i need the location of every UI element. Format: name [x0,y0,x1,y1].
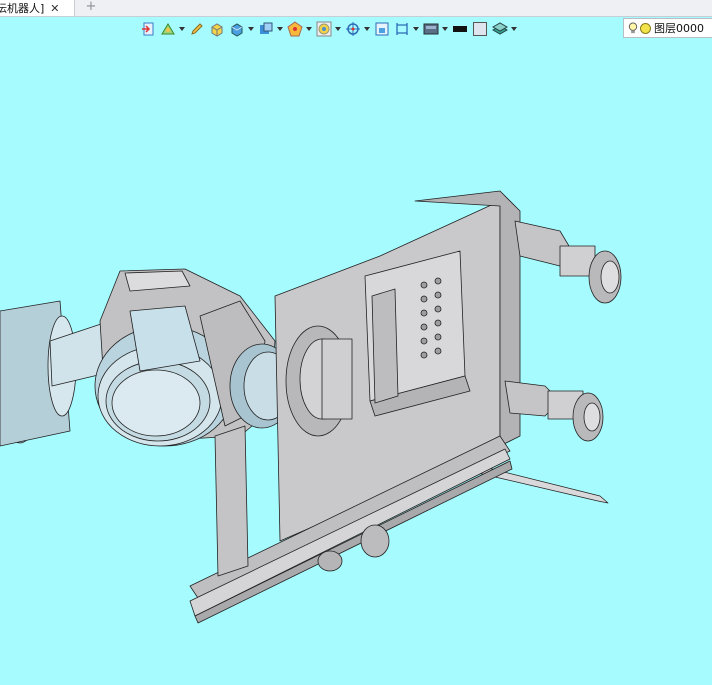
chevron-down-icon[interactable] [179,27,185,31]
face-select-icon [260,22,273,34]
chevron-down-icon[interactable] [277,27,283,31]
tab-title: 伝机器人] [0,2,45,15]
section-view-button[interactable] [374,19,390,39]
shading-button[interactable] [229,19,254,39]
edit-button[interactable] [189,19,205,39]
layers-button[interactable] [492,19,517,39]
chevron-down-icon[interactable] [413,27,419,31]
color-black-button[interactable] [452,19,468,39]
exit-sketch-icon [142,22,154,36]
add-tab-icon[interactable]: + [84,0,98,16]
move-origin-icon [346,22,360,36]
display-mode-icon [423,23,439,35]
color-swatch-icon [473,22,487,36]
document-tab-bar: 伝机器人] ✕ + [0,0,712,17]
face-select-button[interactable] [258,19,283,39]
layers-stack-icon [492,22,508,35]
document-tab[interactable]: 伝机器人] ✕ [0,0,75,16]
lightbulb-icon[interactable] [628,21,638,35]
extrude-button[interactable] [209,19,225,39]
chevron-down-icon[interactable] [306,27,312,31]
chevron-down-icon[interactable] [248,27,254,31]
color-black-icon [453,26,467,32]
appearance-button[interactable] [287,19,312,39]
robot-rotary-joint [94,268,295,447]
color-swatch-button[interactable] [472,19,488,39]
layer-name: 图层0000 [654,22,704,35]
exit-sketch-button[interactable] [140,19,156,39]
chevron-down-icon[interactable] [335,27,341,31]
upper-suction-gripper [514,220,622,304]
tab-close-icon[interactable]: ✕ [50,2,59,15]
section-icon [375,22,389,36]
move-origin-button[interactable] [345,19,370,39]
layer-selector[interactable]: 图层0000 [623,18,712,38]
chevron-down-icon[interactable] [442,27,448,31]
view-orient-icon [316,21,332,37]
sketch-tools-icon [161,23,175,35]
valve-manifold [364,250,471,417]
chevron-down-icon[interactable] [511,27,517,31]
3d-viewport[interactable] [0,41,712,685]
layer-color-icon[interactable] [640,22,651,34]
dimension-icon [396,23,408,35]
chevron-down-icon[interactable] [364,27,370,31]
display-mode-button[interactable] [423,19,448,39]
sketch-tools-button[interactable] [160,19,185,39]
dimension-button[interactable] [394,19,419,39]
box-shading-icon [231,23,243,37]
view-orientation-button[interactable] [316,19,341,39]
edit-pencil-icon [191,23,203,35]
palette-icon [287,21,303,37]
extrude-solid-icon [211,23,223,37]
